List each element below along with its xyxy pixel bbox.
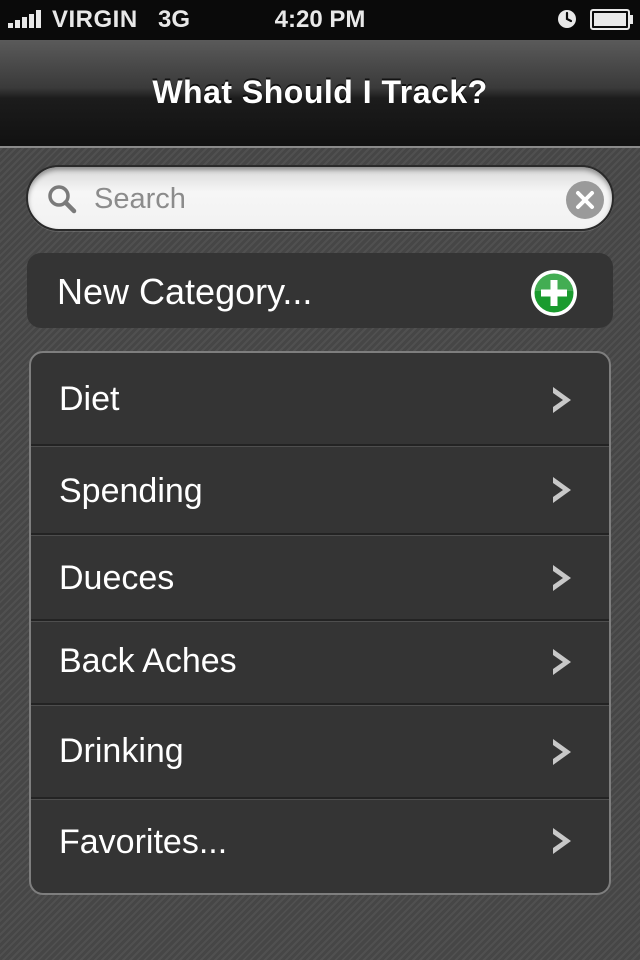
new-category-button[interactable]: New Category... bbox=[27, 253, 613, 328]
search-bar[interactable] bbox=[26, 165, 614, 231]
list-item-label: Dueces bbox=[59, 559, 175, 597]
chevron-right-icon bbox=[553, 387, 571, 413]
list-item-dueces[interactable]: Dueces bbox=[31, 535, 609, 621]
clear-search-button[interactable] bbox=[566, 181, 604, 219]
chevron-right-icon bbox=[553, 565, 571, 591]
search-input[interactable] bbox=[94, 179, 554, 219]
add-icon[interactable] bbox=[530, 269, 578, 317]
new-category-label: New Category... bbox=[57, 271, 313, 312]
page-title: What Should I Track? bbox=[152, 74, 488, 110]
list-item-favorites[interactable]: Favorites... bbox=[31, 799, 609, 893]
chevron-right-icon bbox=[553, 649, 571, 675]
status-time: 4:20 PM bbox=[274, 6, 366, 33]
list-item-spending[interactable]: Spending bbox=[31, 446, 609, 535]
battery-icon bbox=[590, 9, 633, 30]
chevron-right-icon bbox=[553, 828, 571, 854]
list-item-label: Favorites... bbox=[59, 823, 228, 861]
alarm-icon bbox=[558, 10, 576, 28]
list-item-label: Spending bbox=[59, 472, 203, 510]
chevron-right-icon bbox=[553, 739, 571, 765]
list-item-label: Back Aches bbox=[59, 642, 237, 680]
list-item-diet[interactable]: Diet bbox=[31, 353, 609, 446]
search-icon bbox=[48, 185, 77, 214]
status-bar: VIRGIN 3G 4:20 PM bbox=[0, 0, 640, 40]
navigation-bar: What Should I Track? bbox=[0, 40, 640, 148]
list-item-back-aches[interactable]: Back Aches bbox=[31, 621, 609, 705]
clear-icon bbox=[576, 191, 594, 209]
category-list: Diet Spending Dueces Back Aches Drinking… bbox=[29, 351, 611, 895]
list-item-drinking[interactable]: Drinking bbox=[31, 705, 609, 799]
list-item-label: Diet bbox=[59, 380, 120, 418]
chevron-right-icon bbox=[553, 477, 571, 503]
list-item-label: Drinking bbox=[59, 732, 184, 770]
